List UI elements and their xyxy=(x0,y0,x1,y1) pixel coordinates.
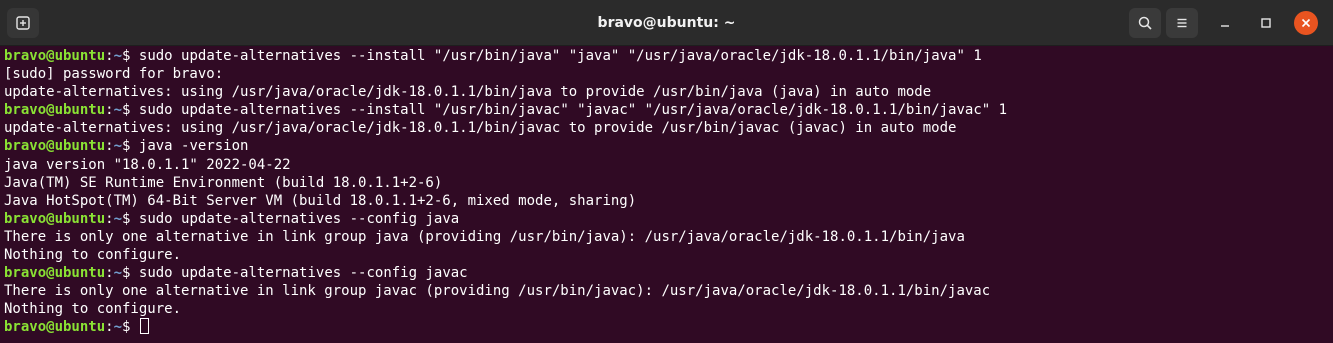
output-line: Java HotSpot(TM) 64-Bit Server VM (build… xyxy=(4,192,637,209)
output-line: update-alternatives: using /usr/java/ora… xyxy=(4,84,932,101)
terminal-window: bravo@ubuntu: ~ bravo@ubuntu:~$ sudo upd… xyxy=(0,0,1333,343)
new-tab-button[interactable] xyxy=(7,8,39,38)
minimize-button[interactable] xyxy=(1212,10,1238,36)
output-line: java version "18.0.1.1" 2022-04-22 xyxy=(4,156,291,173)
maximize-button[interactable] xyxy=(1253,10,1279,36)
prompt-colon: : xyxy=(105,102,114,119)
prompt-symbol: $ xyxy=(122,210,139,227)
output-line: Nothing to configure. xyxy=(4,247,182,264)
prompt-user-host: bravo@ubuntu xyxy=(4,210,106,227)
prompt-path: ~ xyxy=(113,48,123,64)
current-prompt-line: bravo@ubuntu:~$ xyxy=(4,318,1329,336)
prompt-colon: : xyxy=(105,48,114,64)
text-cursor xyxy=(139,318,149,335)
output-line: update-alternatives: using /usr/java/ora… xyxy=(4,120,957,137)
close-icon xyxy=(1301,18,1311,28)
search-button[interactable] xyxy=(1129,8,1161,38)
output-line: There is only one alternative in link gr… xyxy=(4,228,965,245)
output-line: [sudo] password for bravo: xyxy=(4,66,224,83)
new-tab-icon xyxy=(16,16,30,30)
close-button[interactable] xyxy=(1294,11,1318,35)
output-line: There is only one alternative in link gr… xyxy=(4,283,991,300)
prompt-user-host: bravo@ubuntu xyxy=(4,138,106,155)
prompt-colon: : xyxy=(105,138,114,155)
prompt-user-host: bravo@ubuntu xyxy=(4,265,106,282)
prompt-colon: : xyxy=(105,210,114,227)
command-line: bravo@ubuntu:~$ sudo update-alternatives… xyxy=(4,210,1329,228)
scrollbar[interactable] xyxy=(1329,46,1333,343)
prompt-path: ~ xyxy=(113,102,123,119)
command-line: bravo@ubuntu:~$ java -version xyxy=(4,137,1329,155)
prompt-colon: : xyxy=(105,319,114,336)
terminal-output[interactable]: bravo@ubuntu:~$ sudo update-alternatives… xyxy=(4,46,1329,343)
command-text: sudo update-alternatives --install "/usr… xyxy=(138,102,1008,119)
command-text: sudo update-alternatives --install "/usr… xyxy=(138,48,982,64)
prompt-symbol: $ xyxy=(122,102,139,119)
search-icon xyxy=(1138,16,1152,30)
prompt-symbol: $ xyxy=(122,138,139,155)
prompt-symbol: $ xyxy=(122,48,139,64)
prompt-user-host: bravo@ubuntu xyxy=(4,319,106,336)
minimize-icon xyxy=(1221,25,1229,27)
prompt-path: ~ xyxy=(113,138,123,155)
title-bar[interactable]: bravo@ubuntu: ~ xyxy=(0,0,1333,46)
command-text: sudo update-alternatives --config java xyxy=(138,210,460,227)
command-text: java -version xyxy=(138,138,249,155)
prompt-user-host: bravo@ubuntu xyxy=(4,102,106,119)
maximize-icon xyxy=(1261,18,1271,28)
prompt-path: ~ xyxy=(113,265,123,282)
command-line: bravo@ubuntu:~$ sudo update-alternatives… xyxy=(4,47,1329,65)
output-line: Java(TM) SE Runtime Environment (build 1… xyxy=(4,174,443,191)
prompt-symbol: $ xyxy=(122,319,139,336)
prompt-user-host: bravo@ubuntu xyxy=(4,48,106,64)
hamburger-menu-icon xyxy=(1177,18,1187,28)
command-text: sudo update-alternatives --config javac xyxy=(138,265,468,282)
prompt-colon: : xyxy=(105,265,114,282)
command-line: bravo@ubuntu:~$ sudo update-alternatives… xyxy=(4,264,1329,282)
prompt-path: ~ xyxy=(113,319,123,336)
prompt-path: ~ xyxy=(113,210,123,227)
command-line: bravo@ubuntu:~$ sudo update-alternatives… xyxy=(4,101,1329,119)
menu-button[interactable] xyxy=(1166,8,1198,38)
prompt-symbol: $ xyxy=(122,265,139,282)
output-line: Nothing to configure. xyxy=(4,301,182,318)
